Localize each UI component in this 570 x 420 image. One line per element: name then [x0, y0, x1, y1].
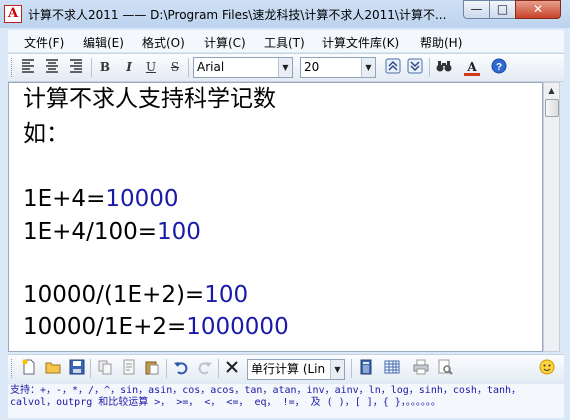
vertical-scrollbar[interactable]: ▲ — [543, 82, 560, 352]
expression-text: 1E+4= — [23, 186, 106, 212]
toolbar-grip[interactable] — [11, 58, 15, 77]
print-preview-icon[interactable] — [436, 359, 454, 377]
format-toolbar: B I U S Arial ▼ 20 ▼ A ? — [8, 53, 564, 82]
title-bar[interactable]: A 计算不求人2011 —— D:\Program Files\速龙科技\计算不… — [0, 0, 570, 28]
open-folder-icon[interactable] — [44, 359, 62, 377]
color-swatch — [464, 73, 480, 76]
strikethrough-button[interactable]: S — [166, 58, 184, 76]
align-left-icon[interactable] — [19, 58, 37, 76]
scroll-up-icon[interactable]: ▲ — [544, 83, 559, 98]
editor-line: 如： — [23, 120, 69, 148]
menu-calculate[interactable]: 计算(C) — [204, 34, 246, 51]
toolbar-separator — [166, 359, 167, 378]
find-icon[interactable] — [435, 58, 453, 76]
font-name-value: Arial — [197, 60, 225, 74]
expression-text: 10000/1E+2= — [23, 314, 187, 340]
bold-button[interactable]: B — [96, 58, 114, 76]
editor-line: 10000/(1E+2)=100 — [23, 281, 248, 309]
chevron-down-icon[interactable]: ▼ — [330, 360, 344, 379]
menu-edit[interactable]: 编辑(E) — [83, 34, 124, 51]
italic-button[interactable]: I — [120, 58, 138, 76]
text-color-label: A — [467, 60, 477, 74]
save-icon[interactable] — [68, 359, 86, 377]
window-title: 计算不求人2011 —— D:\Program Files\速龙科技\计算不求人… — [28, 8, 447, 22]
toolbar-separator — [351, 359, 352, 378]
calc-mode-select[interactable]: 单行计算 (Lin ▼ — [247, 359, 345, 380]
clear-icon[interactable] — [223, 359, 241, 377]
function-help-text: 支持：+，-，*，/，^，sin，asin，cos，acos，tan，atan，… — [10, 385, 522, 408]
main-toolbar: 单行计算 (Lin ▼ — [8, 354, 564, 383]
app-window: A 计算不求人2011 —— D:\Program Files\速龙科技\计算不… — [0, 0, 570, 420]
editor-line: 1E+4/100=100 — [23, 218, 201, 246]
result-text: 1000000 — [186, 314, 289, 340]
calc-mode-value: 单行计算 (Lin — [251, 362, 326, 376]
font-name-select[interactable]: Arial ▼ — [193, 57, 293, 78]
paste-icon[interactable] — [143, 359, 161, 377]
new-file-icon[interactable] — [20, 359, 38, 377]
undo-icon[interactable] — [172, 359, 190, 377]
editor-line: 1E+4=10000 — [23, 185, 179, 213]
cut-icon[interactable] — [120, 359, 138, 377]
svg-text:?: ? — [496, 62, 502, 73]
close-button[interactable]: ✕ — [515, 0, 561, 19]
expression-text: 计算不求人支持科学记数 — [23, 86, 276, 112]
menu-file[interactable]: 文件(F) — [24, 34, 64, 51]
status-bar: 支持：+，-，*，/，^，sin，asin，cos，acos，tan，atan，… — [8, 384, 564, 418]
menu-format[interactable]: 格式(O) — [142, 34, 185, 51]
editor-line: 10000/1E+2=1000000 — [23, 313, 289, 341]
font-size-select[interactable]: 20 ▼ — [300, 57, 376, 78]
expression-text: 1E+4/100= — [23, 219, 157, 245]
toolbar-separator — [429, 58, 430, 77]
menu-help[interactable]: 帮助(H) — [420, 34, 462, 51]
smiley-help-icon[interactable] — [538, 359, 556, 377]
maximize-button[interactable]: □ — [489, 0, 516, 19]
align-right-icon[interactable] — [67, 58, 85, 76]
toolbar-grip[interactable] — [11, 359, 15, 378]
menu-bar: 文件(F) 编辑(E) 格式(O) 计算(C) 工具(T) 计算文件库(K) 帮… — [8, 30, 564, 52]
font-size-value: 20 — [304, 60, 320, 74]
print-icon[interactable] — [412, 359, 430, 377]
copy-icon[interactable] — [96, 359, 114, 377]
chevron-down-icon[interactable]: ▼ — [361, 58, 375, 77]
calculator-icon[interactable] — [357, 359, 375, 377]
table-icon[interactable] — [383, 359, 401, 377]
expression-text: 10000/(1E+2)= — [23, 282, 205, 308]
decrease-font-icon[interactable] — [406, 58, 424, 76]
redo-icon[interactable] — [196, 359, 214, 377]
minimize-button[interactable]: — — [463, 0, 490, 19]
underline-button[interactable]: U — [142, 58, 160, 76]
toolbar-separator — [90, 359, 91, 378]
result-text: 100 — [157, 219, 201, 245]
toolbar-separator — [188, 58, 189, 77]
expression-text: 如： — [23, 121, 69, 147]
result-text: 10000 — [105, 186, 179, 212]
menu-calc-library[interactable]: 计算文件库(K) — [322, 34, 399, 51]
result-text: 100 — [204, 282, 249, 308]
app-logo-icon[interactable]: A — [4, 5, 22, 23]
toolbar-separator — [91, 58, 92, 77]
help-icon[interactable]: ? — [490, 58, 508, 76]
chevron-down-icon[interactable]: ▼ — [278, 58, 292, 77]
increase-font-icon[interactable] — [384, 58, 402, 76]
editor-line: 计算不求人支持科学记数 — [23, 85, 276, 113]
menu-tools[interactable]: 工具(T) — [264, 34, 305, 51]
calc-editor[interactable]: 计算不求人支持科学记数 如： 1E+4=10000 1E+4/100=100 1… — [8, 82, 543, 352]
text-color-button[interactable]: A — [463, 58, 481, 76]
align-center-icon[interactable] — [43, 58, 61, 76]
scroll-thumb[interactable] — [545, 99, 559, 117]
toolbar-separator — [218, 359, 219, 378]
